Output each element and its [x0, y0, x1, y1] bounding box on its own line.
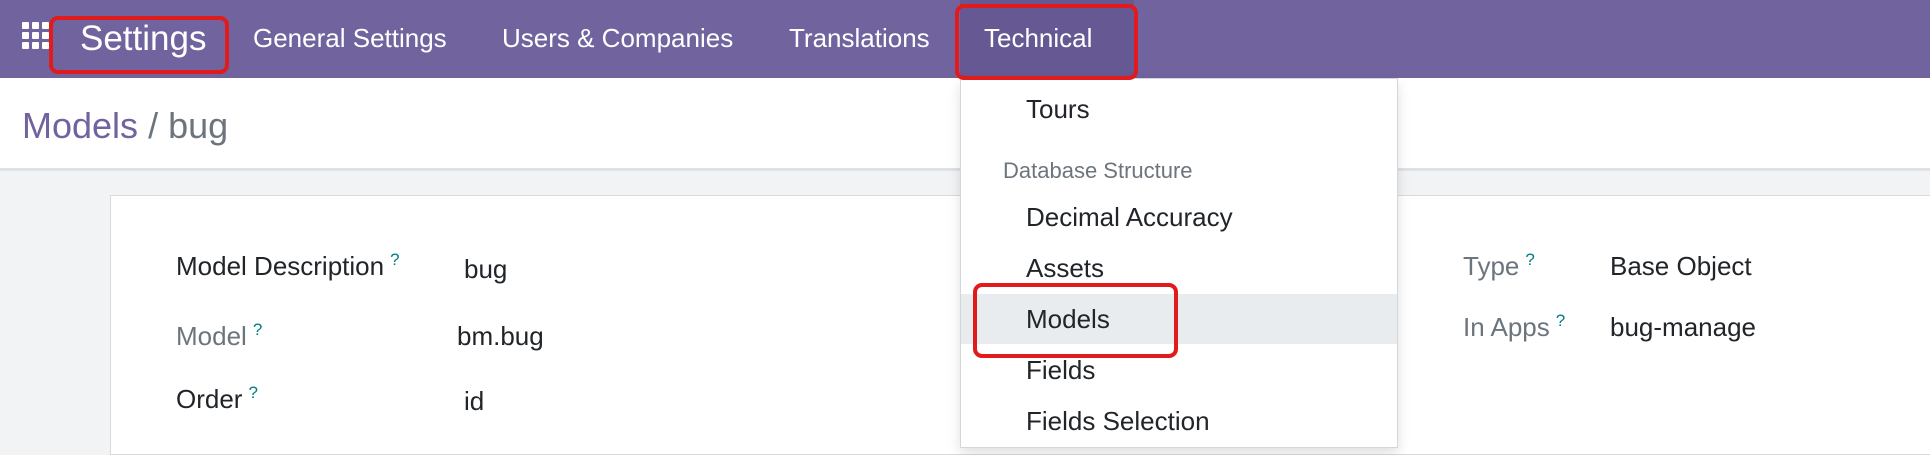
menu-item-models[interactable]: Models — [961, 294, 1397, 344]
nav-general-settings[interactable]: General Settings — [253, 20, 447, 56]
model-description-label: Model Description? — [176, 250, 400, 282]
nav-translations[interactable]: Translations — [789, 20, 930, 56]
breadcrumb-separator: / — [138, 105, 169, 146]
nav-users-companies[interactable]: Users & Companies — [502, 20, 733, 56]
app-brand-settings[interactable]: Settings — [80, 16, 206, 62]
help-icon[interactable]: ? — [248, 383, 257, 402]
menu-item-tours[interactable]: Tours — [961, 84, 1397, 134]
help-icon[interactable]: ? — [1556, 311, 1565, 330]
breadcrumb: Models / bug — [22, 104, 228, 148]
menu-item-decimal-accuracy[interactable]: Decimal Accuracy — [961, 192, 1397, 242]
type-label-text: Type — [1463, 251, 1520, 281]
help-icon[interactable]: ? — [390, 250, 399, 269]
in-apps-label: In Apps? — [1463, 311, 1565, 343]
apps-grid-icon[interactable] — [22, 22, 50, 50]
menu-item-fields-selection[interactable]: Fields Selection — [961, 396, 1397, 446]
in-apps-label-text: In Apps — [1463, 312, 1550, 342]
menu-item-fields[interactable]: Fields — [961, 345, 1397, 395]
menu-item-assets[interactable]: Assets — [961, 243, 1397, 293]
help-icon[interactable]: ? — [253, 320, 262, 339]
order-value[interactable]: id — [464, 385, 484, 417]
type-value: Base Object — [1610, 251, 1752, 281]
model-label-text: Model — [176, 321, 247, 351]
breadcrumb-models-link[interactable]: Models — [22, 105, 138, 146]
help-icon[interactable]: ? — [1525, 250, 1534, 269]
model-description-label-text: Model Description — [176, 251, 385, 281]
nav-technical[interactable]: Technical — [984, 20, 1092, 56]
order-label: Order? — [176, 383, 258, 415]
model-label: Model? — [176, 320, 262, 352]
model-description-value[interactable]: bug — [464, 253, 507, 285]
model-value: bm.bug — [457, 321, 544, 351]
menu-header-database-structure: Database Structure — [1003, 158, 1193, 183]
type-label: Type? — [1463, 250, 1535, 282]
top-navbar: Settings General Settings Users & Compan… — [0, 0, 1930, 78]
in-apps-value: bug-manage — [1610, 312, 1756, 342]
order-label-text: Order — [176, 384, 243, 414]
breadcrumb-current: bug — [168, 105, 229, 146]
technical-dropdown-menu: Tours Database Structure Decimal Accurac… — [960, 78, 1398, 448]
